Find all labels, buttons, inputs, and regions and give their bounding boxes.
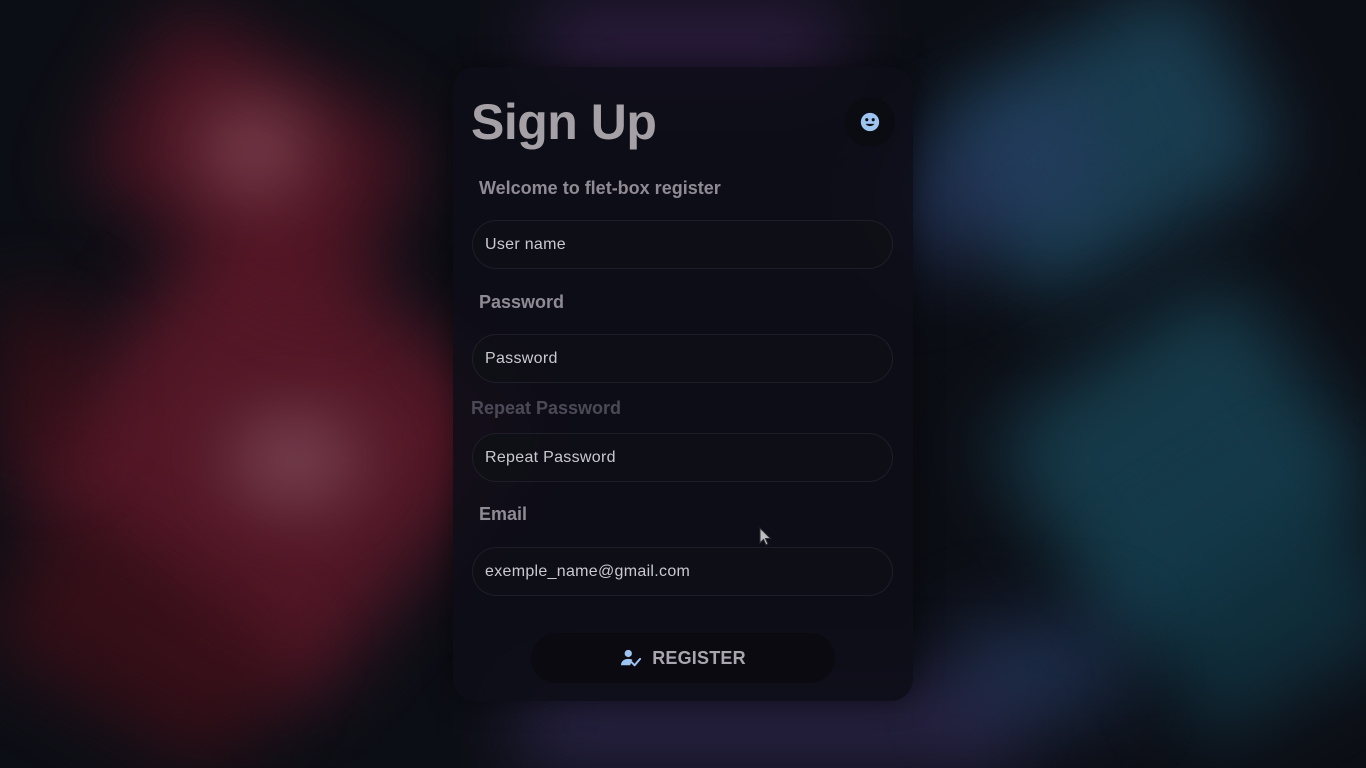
repeat-password-label: Repeat Password (471, 398, 622, 418)
register-button[interactable]: REGISTER (531, 633, 835, 683)
password-input[interactable] (472, 334, 893, 383)
password-label: Password (479, 292, 565, 312)
signup-card: Sign Up Welcome to flet-box register Pas… (453, 67, 913, 701)
repeat-password-input[interactable] (472, 433, 893, 482)
mouse-cursor-icon (759, 527, 772, 546)
username-input[interactable] (472, 220, 893, 269)
theme-toggle-button[interactable] (845, 97, 895, 147)
email-input[interactable] (472, 547, 893, 596)
page-title: Sign Up (471, 94, 657, 150)
welcome-label: Welcome to flet-box register (479, 178, 721, 198)
emoji-face-icon (860, 112, 880, 132)
person-check-icon (621, 649, 642, 667)
register-button-label: REGISTER (652, 647, 746, 668)
email-label: Email (479, 504, 528, 524)
